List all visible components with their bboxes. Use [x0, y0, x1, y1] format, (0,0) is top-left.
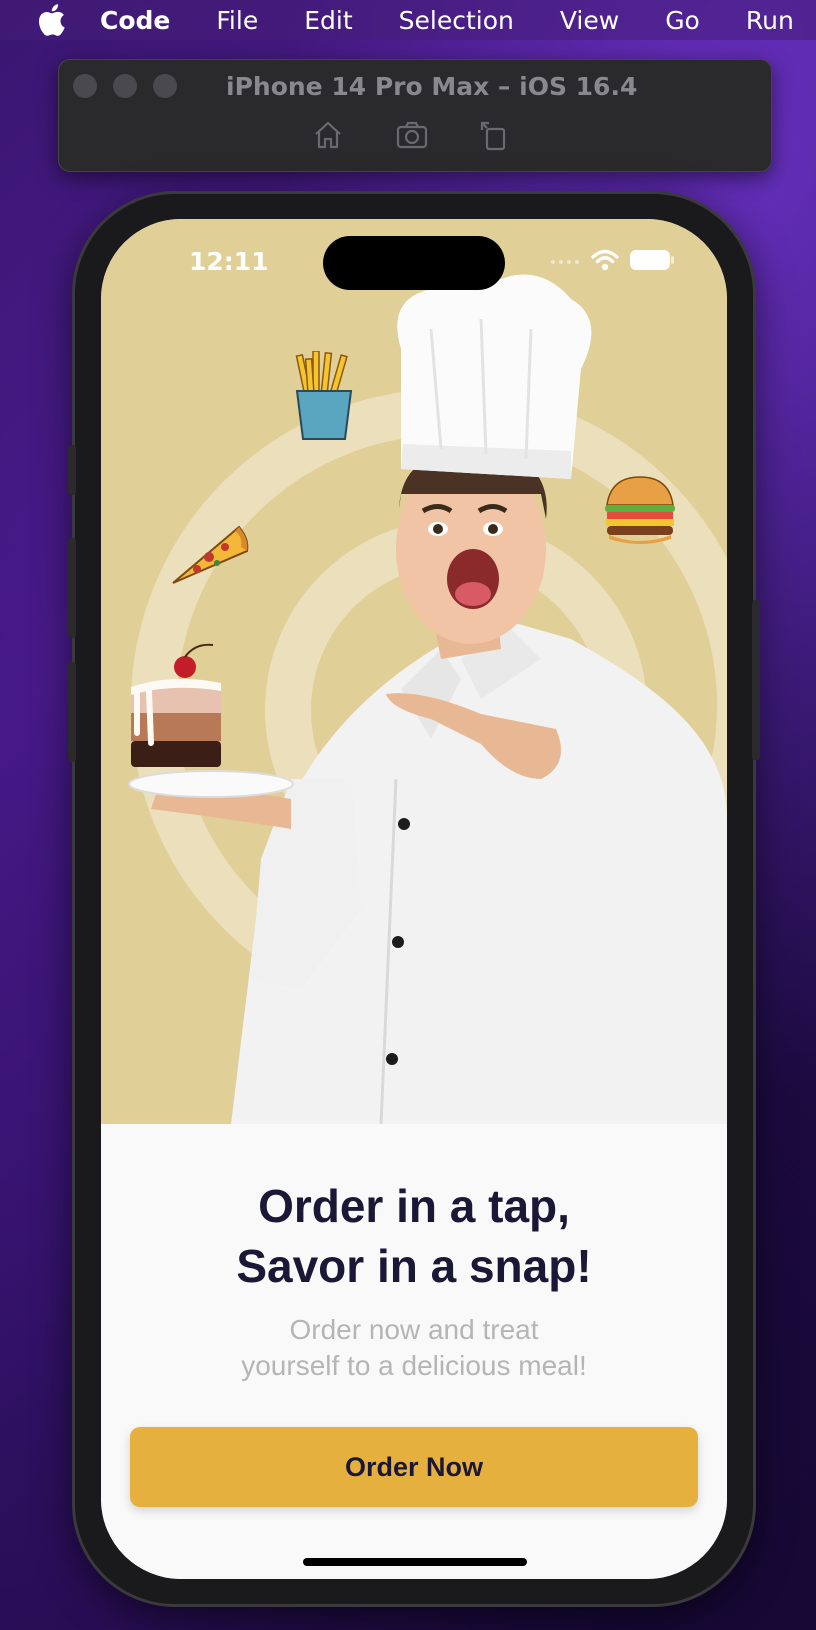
headline-line-1: Order in a tap, [258, 1180, 570, 1232]
screenshot-icon[interactable] [395, 118, 429, 152]
volume-down-button [68, 662, 76, 762]
cake-icon [131, 643, 221, 767]
simulator-title: iPhone 14 Pro Max – iOS 16.4 [226, 72, 638, 101]
order-now-button[interactable]: Order Now [130, 1427, 698, 1507]
menu-selection[interactable]: Selection [399, 6, 514, 35]
home-indicator[interactable] [303, 1558, 527, 1566]
battery-icon [630, 250, 674, 270]
menu-edit[interactable]: Edit [304, 6, 352, 35]
menu-view[interactable]: View [560, 6, 619, 35]
phone-screen: 12:11 Order in a tap, Savor in a snap! O… [101, 219, 727, 1579]
menu-bar: Code File Edit Selection View Go Run T [0, 0, 816, 40]
simulator-toolbar-window: iPhone 14 Pro Max – iOS 16.4 [58, 59, 772, 172]
headline-line-2: Savor in a snap! [236, 1240, 592, 1292]
status-icons [549, 249, 675, 271]
pizza-icon [172, 525, 249, 584]
action-button [68, 445, 76, 495]
home-icon[interactable] [311, 118, 345, 152]
hero-image: 12:11 [101, 219, 727, 1124]
headline: Order in a tap, Savor in a snap! [101, 1176, 727, 1296]
subtext-line-2: yourself to a delicious meal! [241, 1350, 587, 1381]
volume-up-button [68, 538, 76, 638]
fries-icon [295, 351, 353, 440]
menu-file[interactable]: File [216, 6, 258, 35]
menu-run[interactable]: Run [746, 6, 794, 35]
rotate-icon[interactable] [477, 118, 511, 152]
menu-go[interactable]: Go [665, 6, 700, 35]
signal-icon [551, 260, 579, 264]
menu-code[interactable]: Code [100, 6, 170, 35]
power-button [752, 600, 760, 760]
burger-icon [605, 476, 675, 544]
wifi-icon [591, 249, 619, 271]
dynamic-island [323, 236, 505, 290]
status-time: 12:11 [189, 247, 269, 276]
apple-icon[interactable] [36, 3, 66, 37]
subtext-line-1: Order now and treat [289, 1314, 539, 1345]
onboarding-content: Order in a tap, Savor in a snap! Order n… [101, 1124, 727, 1579]
subtext: Order now and treat yourself to a delici… [101, 1312, 727, 1384]
